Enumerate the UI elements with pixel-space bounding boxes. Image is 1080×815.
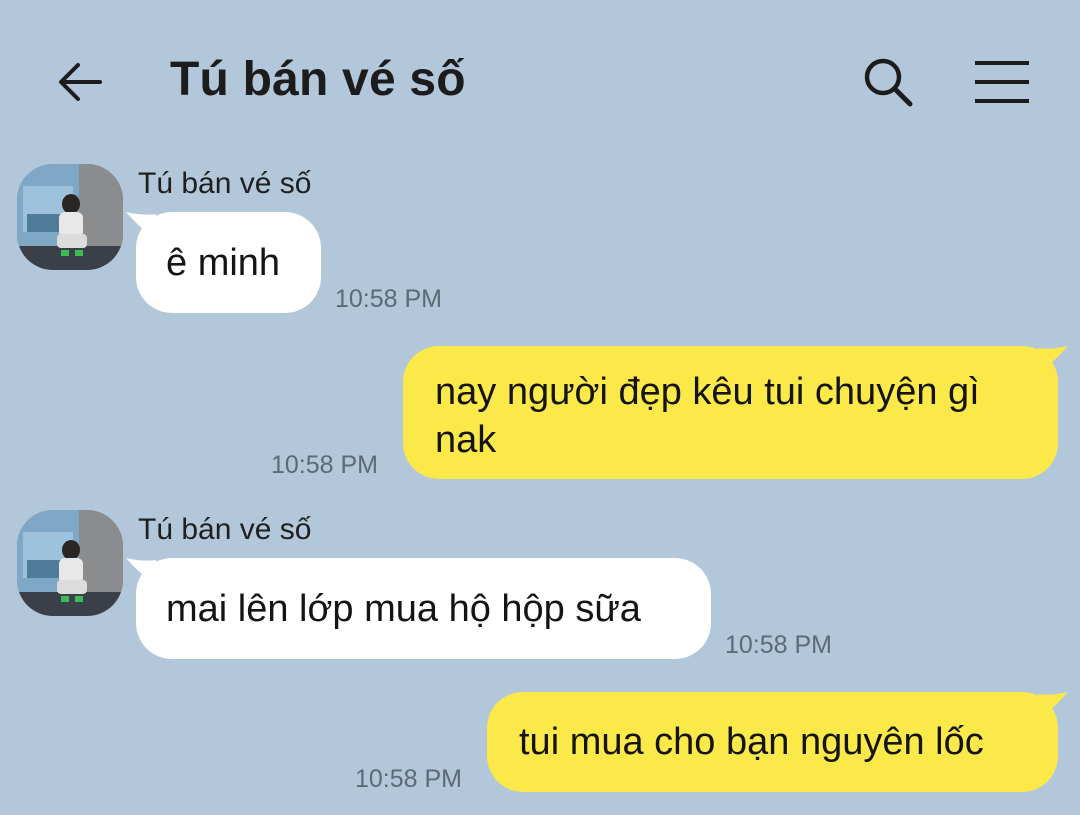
message-time: 10:58 PM <box>725 631 833 659</box>
back-button[interactable] <box>48 50 112 114</box>
sender-name: Tú bán vé số <box>138 513 312 546</box>
message-time: 10:58 PM <box>271 451 379 479</box>
incoming-message-bubble[interactable]: ê minh <box>126 212 321 313</box>
avatar[interactable] <box>17 164 123 270</box>
outgoing-message-bubble[interactable]: nay người đẹp kêu tui chuyện gì nak <box>403 346 1068 479</box>
menu-button[interactable] <box>968 50 1036 114</box>
arrow-left-icon <box>59 63 102 101</box>
bubble-tail <box>126 558 156 586</box>
search-button[interactable] <box>856 50 920 114</box>
search-icon <box>864 58 913 107</box>
bubble-tail <box>126 212 156 240</box>
bubble-tail <box>1038 346 1068 374</box>
message-time: 10:58 PM <box>335 285 443 313</box>
chat-header: Tú bán vé số <box>0 0 1080 160</box>
chat-title: Tú bán vé số <box>170 53 466 106</box>
hamburger-menu-icon <box>975 61 1029 103</box>
message-text: tui mua cho bạn nguyên lốc <box>519 721 984 763</box>
message-time: 10:58 PM <box>355 765 463 793</box>
message-text: ê minh <box>166 242 281 284</box>
avatar[interactable] <box>17 510 123 616</box>
message-text-line: nak <box>435 419 497 461</box>
sender-name: Tú bán vé số <box>138 167 312 200</box>
bubble-tail <box>1038 692 1068 720</box>
message-text-line: nay người đẹp kêu tui chuyện gì <box>435 371 980 413</box>
outgoing-message-bubble[interactable]: tui mua cho bạn nguyên lốc <box>487 692 1068 792</box>
incoming-message-bubble[interactable]: mai lên lớp mua hộ hộp sữa <box>126 558 711 659</box>
message-text: mai lên lớp mua hộ hộp sữa <box>166 588 641 630</box>
